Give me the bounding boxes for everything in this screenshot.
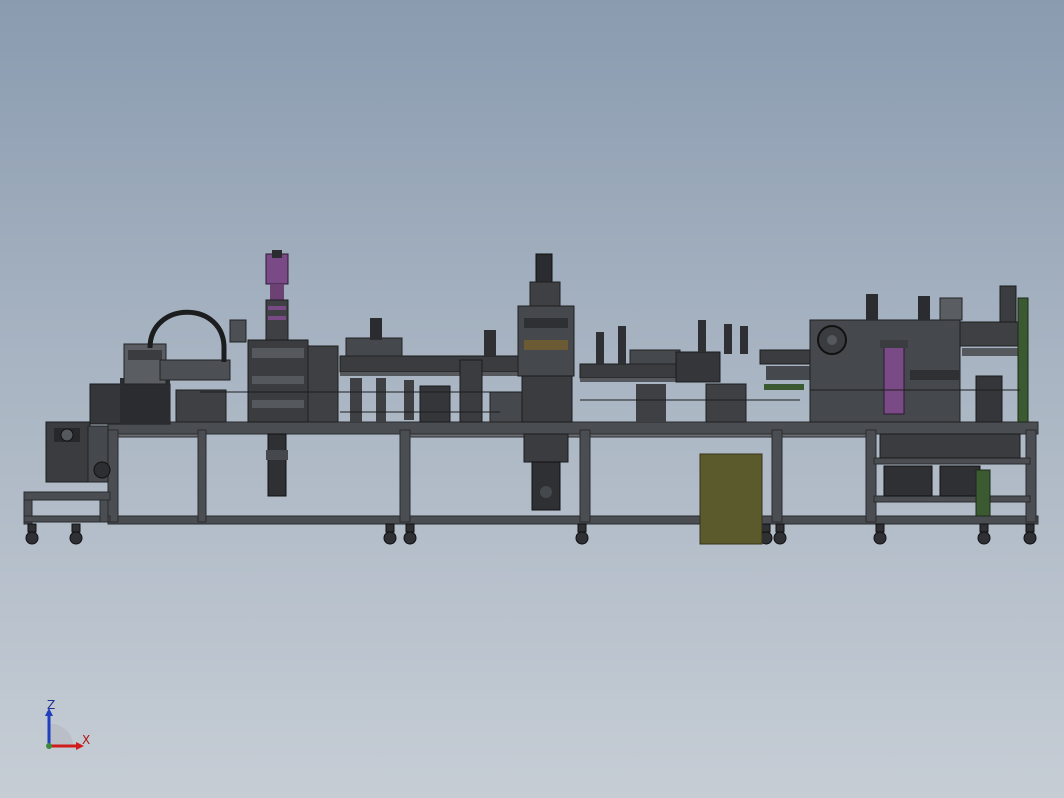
press-station-purple <box>229 250 339 497</box>
z-axis-label: Z <box>47 698 56 712</box>
olive-panel <box>699 453 763 545</box>
middle-right-stations <box>579 320 841 423</box>
central-press-station <box>517 253 575 511</box>
middle-left-stations <box>339 318 541 423</box>
casters <box>25 523 1037 545</box>
cad-viewport[interactable]: Z X <box>0 0 1064 798</box>
x-axis-label: X <box>82 733 91 747</box>
assembly-model[interactable] <box>0 0 1064 798</box>
right-winding-station <box>809 285 1029 517</box>
